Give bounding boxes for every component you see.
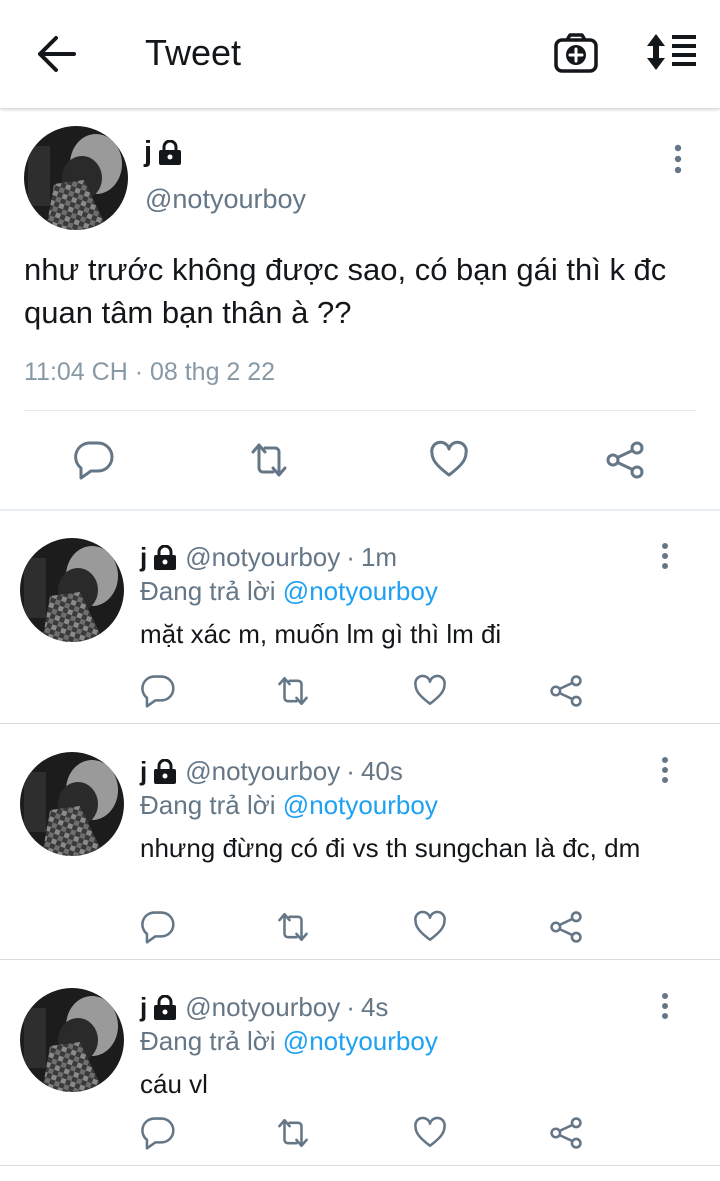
top-app-bar: Tweet — [0, 0, 720, 108]
like-icon[interactable] — [413, 1116, 447, 1150]
more-options-icon[interactable] — [652, 542, 678, 570]
mention-link[interactable]: @notyourboy — [283, 790, 438, 820]
retweet-icon[interactable] — [276, 910, 310, 944]
separator-dot: · — [346, 992, 355, 1022]
more-options-icon[interactable] — [652, 992, 678, 1020]
replying-to: Đang trả lời @notyourboy — [140, 1026, 438, 1057]
reply-divider — [0, 959, 720, 960]
tweet-text: như trước không được sao, có bạn gái thì… — [24, 252, 667, 330]
user-handle[interactable]: @notyourboy — [185, 756, 340, 787]
mention-link[interactable]: @notyourboy — [283, 1026, 438, 1056]
user-handle[interactable]: @notyourboy — [185, 992, 340, 1023]
reply-text: cáu vl — [140, 1069, 208, 1099]
lock-icon — [153, 758, 177, 785]
reply-icon[interactable] — [141, 1116, 175, 1150]
replying-to: Đang trả lời @notyourboy — [140, 790, 438, 821]
separator-dot: · — [346, 756, 355, 786]
relative-time: 40s — [360, 756, 403, 786]
like-icon[interactable] — [413, 910, 447, 944]
display-name[interactable]: j — [144, 136, 152, 169]
share-icon[interactable] — [549, 910, 583, 944]
back-arrow-icon[interactable] — [34, 34, 78, 74]
avatar[interactable] — [20, 752, 124, 856]
retweet-icon[interactable] — [249, 440, 289, 480]
share-icon[interactable] — [605, 440, 645, 480]
main-tweet: j @notyourboy như trước không được sao, … — [0, 110, 720, 510]
reply-tweet[interactable]: j @notyourboy · 40s Đang trả lời @notyou… — [0, 726, 720, 960]
section-divider — [0, 509, 720, 511]
reply-icon[interactable] — [141, 674, 175, 708]
divider — [24, 410, 696, 411]
replying-prefix: Đang trả lời — [140, 790, 276, 820]
mention-link[interactable]: @notyourboy — [283, 576, 438, 606]
retweet-icon[interactable] — [276, 674, 310, 708]
relative-time: 4s — [360, 992, 389, 1022]
reply-text: nhưng đừng có đi vs th sungchan là đc, d… — [140, 833, 641, 863]
more-options-icon[interactable] — [652, 756, 678, 784]
reply-tweet[interactable]: j @notyourboy · 1m Đang trả lời @notyour… — [0, 512, 720, 724]
sort-list-icon[interactable] — [646, 32, 698, 72]
replying-to: Đang trả lời @notyourboy — [140, 576, 438, 607]
avatar[interactable] — [20, 988, 124, 1092]
display-name[interactable]: j — [140, 756, 147, 787]
page-title: Tweet — [145, 32, 242, 73]
tweet-timestamp: 11:04 CH · 08 thg 2 22 — [24, 358, 276, 386]
reply-icon[interactable] — [141, 910, 175, 944]
like-icon[interactable] — [429, 440, 469, 480]
reply-divider — [0, 723, 720, 724]
like-icon[interactable] — [413, 674, 447, 708]
replying-prefix: Đang trả lời — [140, 1026, 276, 1056]
avatar[interactable] — [20, 538, 124, 642]
display-name[interactable]: j — [140, 992, 147, 1023]
reply-tweet[interactable]: j @notyourboy · 4s Đang trả lời @notyour… — [0, 962, 720, 1166]
replying-prefix: Đang trả lời — [140, 576, 276, 606]
lock-icon — [153, 544, 177, 571]
lock-icon — [158, 139, 182, 166]
retweet-icon[interactable] — [276, 1116, 310, 1150]
separator-dot: · — [346, 542, 355, 572]
share-icon[interactable] — [549, 674, 583, 708]
user-handle[interactable]: @notyourboy — [185, 542, 340, 573]
relative-time: 1m — [360, 542, 398, 572]
avatar[interactable] — [24, 126, 128, 230]
reply-divider — [0, 1165, 720, 1166]
camera-add-icon[interactable] — [553, 32, 599, 74]
reply-text: mặt xác m, muốn lm gì thì lm đi — [140, 619, 502, 649]
lock-icon — [153, 994, 177, 1021]
reply-icon[interactable] — [74, 440, 114, 480]
display-name[interactable]: j — [140, 542, 147, 573]
user-handle[interactable]: @notyourboy — [145, 184, 306, 215]
share-icon[interactable] — [549, 1116, 583, 1150]
more-options-icon[interactable] — [664, 144, 692, 174]
